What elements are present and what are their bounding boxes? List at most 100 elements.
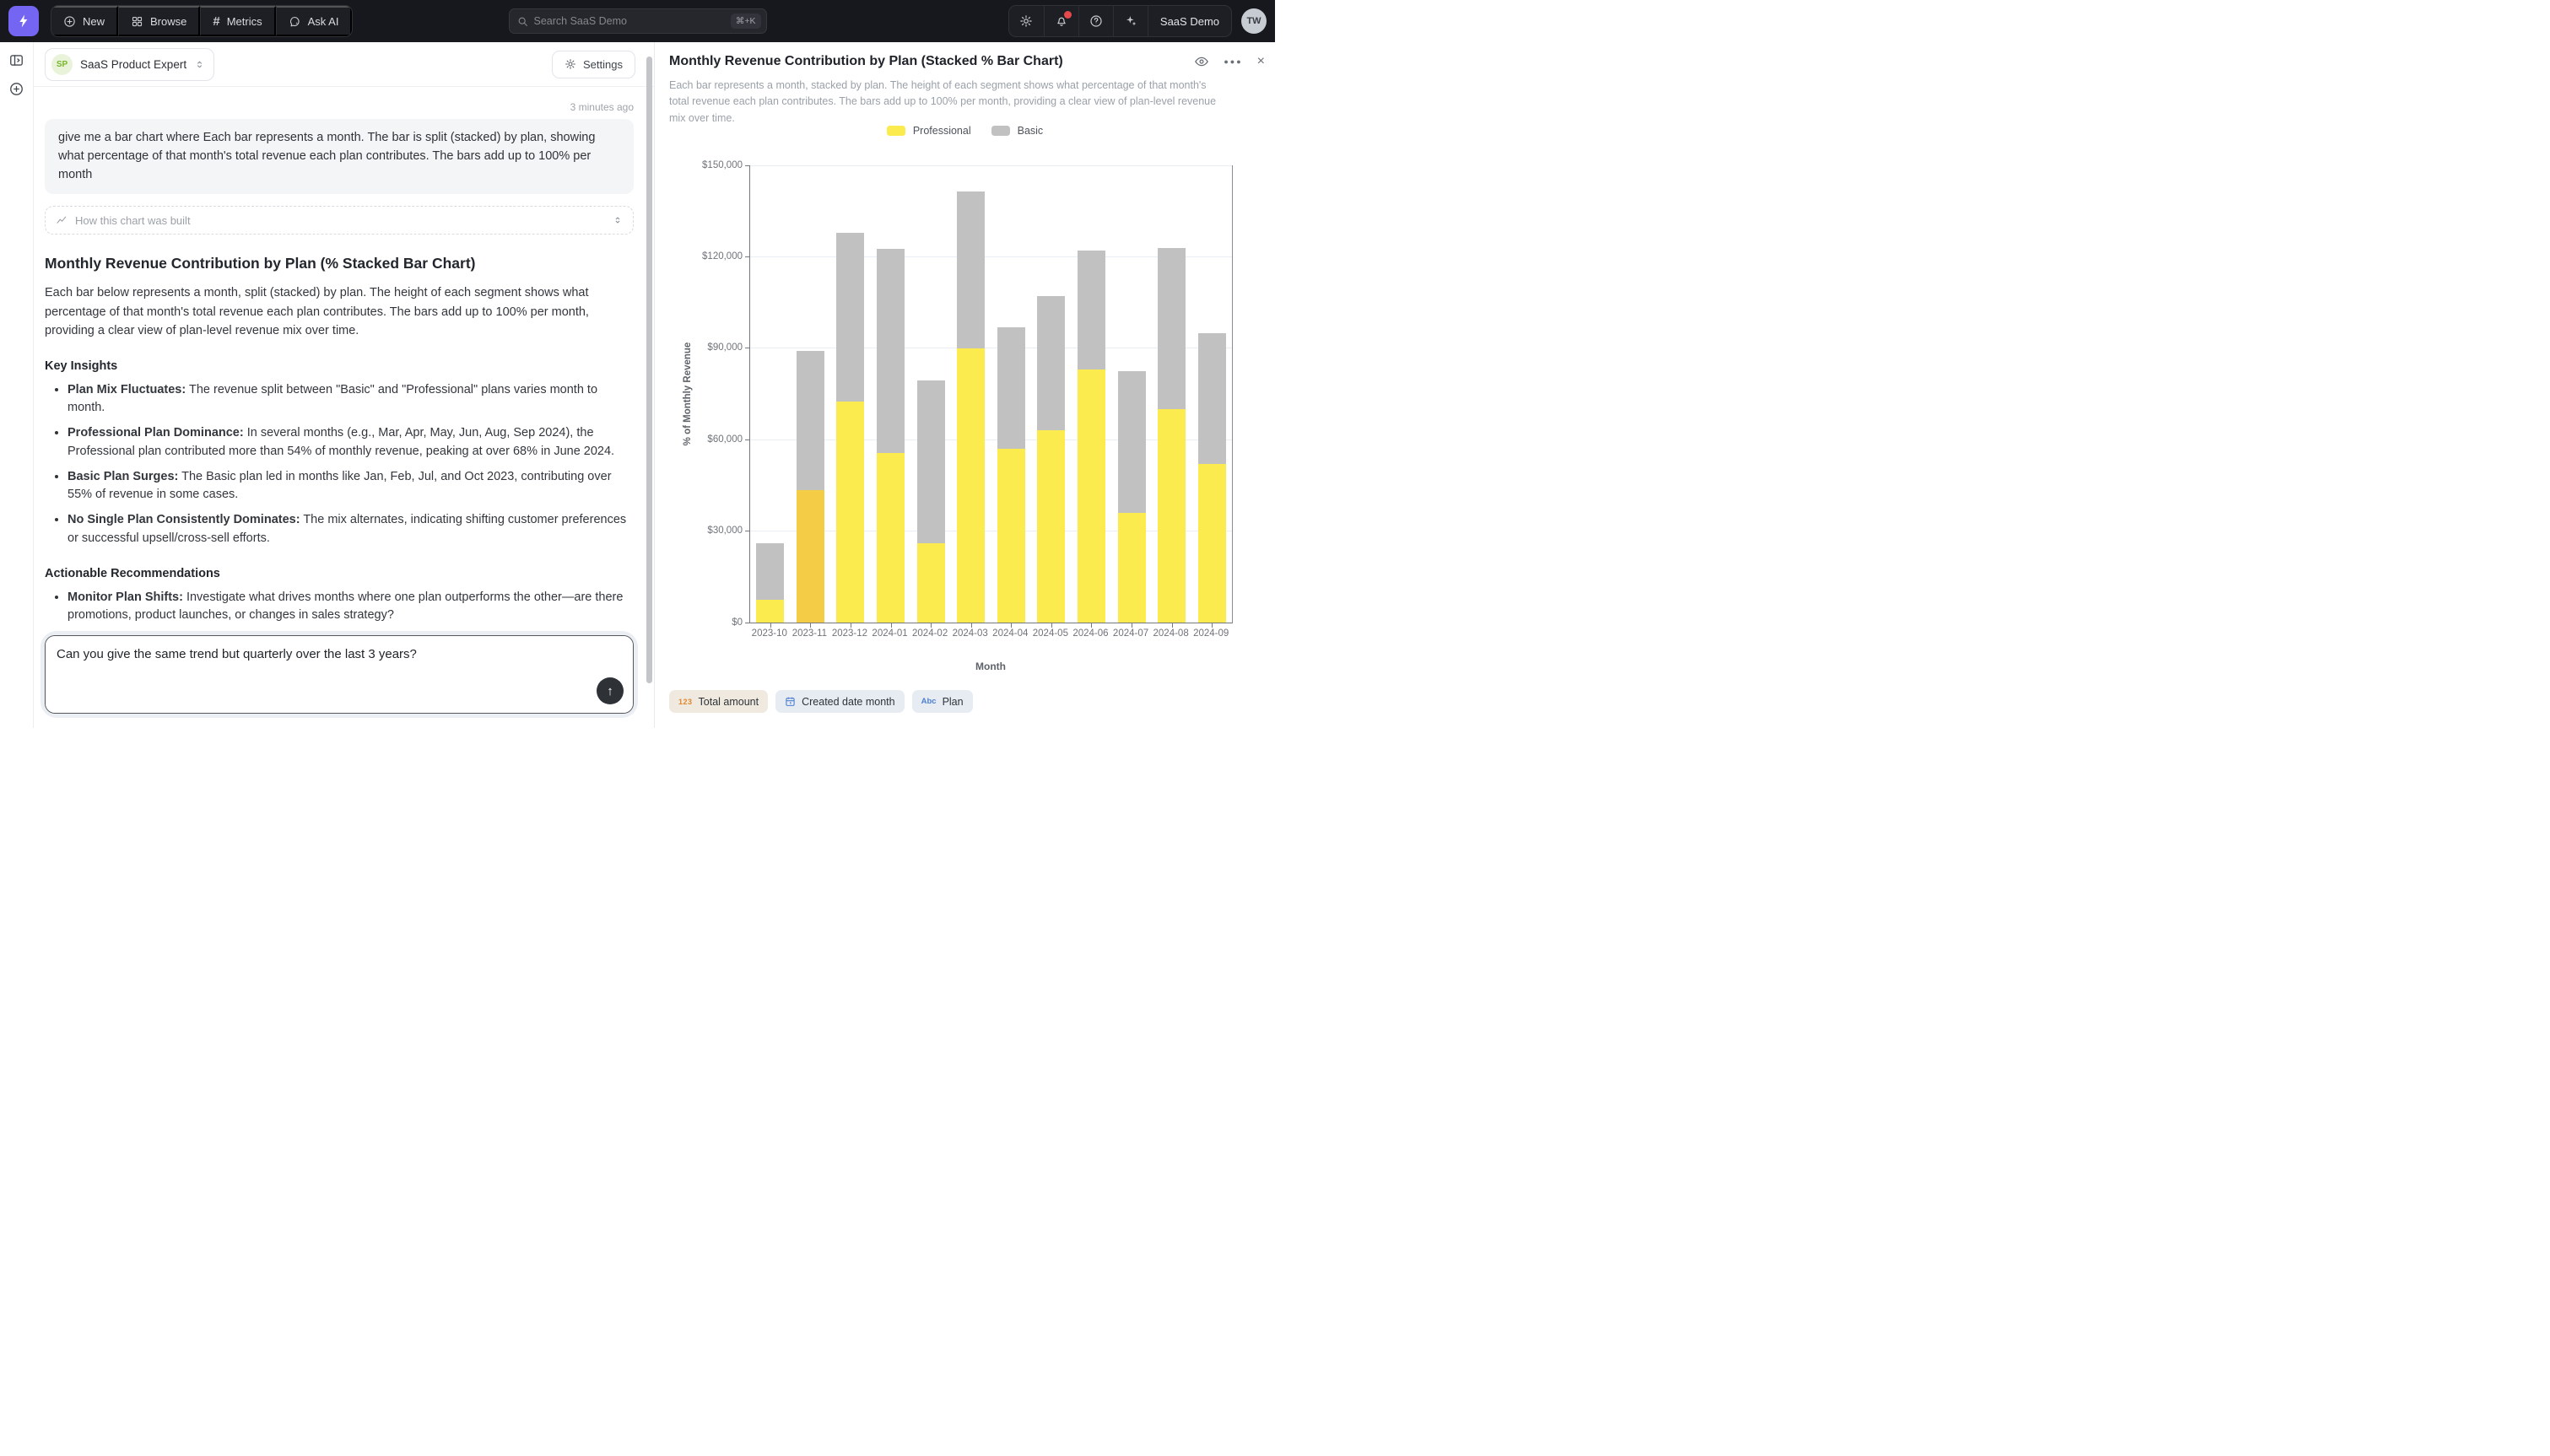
- x-tick: [931, 623, 932, 628]
- x-tick: [1212, 623, 1213, 628]
- send-button[interactable]: ↑: [597, 677, 624, 704]
- user-avatar[interactable]: TW: [1241, 8, 1267, 34]
- metrics-button[interactable]: # Metrics: [200, 6, 275, 36]
- bar-segment-professional-2024-04[interactable]: [997, 449, 1025, 623]
- x-axis-title: Month: [975, 661, 1006, 672]
- plus-circle-icon: [63, 15, 76, 28]
- x-tick: [770, 623, 771, 628]
- tag-label: Total amount: [699, 696, 759, 708]
- eye-icon[interactable]: [1194, 54, 1209, 69]
- bar-segment-professional-2024-09[interactable]: [1198, 464, 1226, 623]
- nav-button-group: New Browse # Metrics Ask AI: [51, 5, 353, 37]
- left-rail: [0, 42, 34, 728]
- ai-assist-button[interactable]: [1113, 6, 1148, 36]
- x-tick-label: 2024-07: [1113, 628, 1148, 639]
- how-built-expander[interactable]: How this chart was built: [45, 206, 634, 235]
- bar-segment-basic-2024-04[interactable]: [997, 327, 1025, 450]
- bar-segment-basic-2024-03[interactable]: [957, 191, 985, 348]
- settings-label: Settings: [583, 58, 623, 71]
- chat-header: SP SaaS Product Expert Settings: [34, 42, 654, 87]
- bar-segment-basic-2023-12[interactable]: [836, 233, 864, 402]
- x-tick-label: 2023-12: [832, 628, 867, 639]
- bar-segment-basic-2024-05[interactable]: [1037, 296, 1065, 430]
- ask-ai-button[interactable]: Ask AI: [276, 6, 353, 36]
- help-button[interactable]: [1078, 6, 1113, 36]
- sparkles-icon: [1124, 14, 1137, 28]
- chart-panel-actions: ●●● ×: [1194, 54, 1265, 69]
- legend-label: Professional: [913, 125, 971, 137]
- bar-segment-professional-2023-11[interactable]: [797, 490, 824, 623]
- legend-item-professional[interactable]: Professional: [887, 125, 971, 137]
- chat-thread: 3 minutes ago give me a bar chart where …: [45, 88, 634, 634]
- bar-segment-basic-2023-11[interactable]: [797, 351, 824, 489]
- chart-panel: Monthly Revenue Contribution by Plan (St…: [654, 42, 1275, 728]
- agent-name: SaaS Product Expert: [80, 58, 186, 71]
- message-input[interactable]: Can you give the same trend but quarterl…: [46, 636, 633, 713]
- agent-settings-button[interactable]: Settings: [552, 51, 635, 78]
- x-tick: [1091, 623, 1092, 628]
- bar-segment-basic-2024-09[interactable]: [1198, 333, 1226, 464]
- agent-selector[interactable]: SP SaaS Product Expert: [45, 48, 214, 81]
- legend-item-basic[interactable]: Basic: [991, 125, 1044, 137]
- bar-segment-professional-2023-10[interactable]: [756, 600, 784, 623]
- x-tick: [810, 623, 811, 628]
- settings-gear-button[interactable]: [1009, 6, 1044, 36]
- ask-ai-label: Ask AI: [308, 15, 339, 28]
- bar-segment-professional-2024-01[interactable]: [877, 453, 905, 623]
- bar-segment-basic-2024-08[interactable]: [1158, 248, 1186, 410]
- sidebar-toggle-icon[interactable]: [8, 52, 24, 68]
- bar-segment-professional-2024-02[interactable]: [917, 543, 945, 623]
- more-options-icon[interactable]: ●●●: [1224, 57, 1242, 66]
- browse-label: Browse: [150, 15, 186, 28]
- browse-button[interactable]: Browse: [118, 6, 200, 36]
- legend-swatch: [991, 126, 1010, 136]
- bar-segment-professional-2024-07[interactable]: [1118, 513, 1146, 623]
- gear-icon: [1019, 14, 1033, 28]
- bar-segment-professional-2024-06[interactable]: [1078, 369, 1105, 623]
- response-intro: Each bar below represents a month, split…: [45, 283, 634, 340]
- chart-panel-title: Monthly Revenue Contribution by Plan (St…: [669, 54, 1063, 69]
- bar-segment-basic-2024-07[interactable]: [1118, 371, 1146, 513]
- lightning-icon: [16, 13, 31, 29]
- x-tick: [891, 623, 892, 628]
- notifications-button[interactable]: [1044, 6, 1078, 36]
- bar-segment-professional-2024-03[interactable]: [957, 348, 985, 623]
- metrics-label: Metrics: [227, 15, 262, 28]
- bar-segment-basic-2024-02[interactable]: [917, 380, 945, 543]
- app-logo[interactable]: [8, 6, 39, 36]
- recommendations-list: Monitor Plan Shifts: Investigate what dr…: [45, 589, 634, 634]
- chat-scrollbar-thumb[interactable]: [646, 57, 652, 683]
- tag-plan[interactable]: Abc Plan: [912, 690, 973, 713]
- x-tick-label: 2024-09: [1193, 628, 1229, 639]
- x-tick-label: 2024-01: [872, 628, 907, 639]
- search-input[interactable]: [534, 15, 731, 27]
- question-circle-icon: [1089, 14, 1103, 28]
- x-tick-label: 2024-03: [953, 628, 988, 639]
- bar-segment-basic-2024-06[interactable]: [1078, 251, 1105, 369]
- global-search[interactable]: ⌘+K: [509, 8, 767, 34]
- app: New Browse # Metrics Ask AI: [0, 0, 1275, 728]
- new-button[interactable]: New: [51, 6, 118, 36]
- gear-icon: [565, 58, 576, 70]
- new-label: New: [83, 15, 105, 28]
- x-tick-label: 2023-10: [752, 628, 787, 639]
- y-tick-label: $90,000: [655, 342, 743, 353]
- y-tick-label: $120,000: [655, 251, 743, 262]
- x-axis-labels: 2023-102023-112023-122024-012024-022024-…: [749, 628, 1233, 642]
- workspace-switcher[interactable]: SaaS Demo: [1148, 6, 1231, 36]
- bar-segment-professional-2024-05[interactable]: [1037, 430, 1065, 623]
- chat-panel: SP SaaS Product Expert Settings 3 minute…: [34, 42, 654, 728]
- new-thread-icon[interactable]: [8, 81, 24, 97]
- bar-segment-basic-2024-01[interactable]: [877, 249, 905, 453]
- bar-segment-professional-2023-12[interactable]: [836, 402, 864, 623]
- chart-line-icon: [56, 214, 68, 226]
- close-icon[interactable]: ×: [1257, 54, 1265, 69]
- bar-segment-basic-2023-10[interactable]: [756, 543, 784, 600]
- user-message: give me a bar chart where Each bar repre…: [45, 119, 634, 194]
- tag-created-date-month[interactable]: Created date month: [775, 690, 905, 713]
- x-tick: [1011, 623, 1012, 628]
- tag-total-amount[interactable]: 123 Total amount: [669, 690, 768, 713]
- insights-heading: Key Insights: [45, 359, 634, 373]
- bar-segment-professional-2024-08[interactable]: [1158, 409, 1186, 623]
- text-field-icon: Abc: [921, 697, 937, 706]
